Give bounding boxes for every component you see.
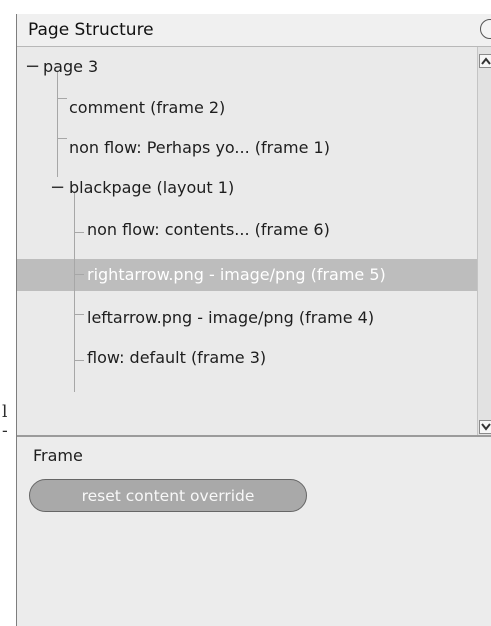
chevron-down-icon[interactable] (479, 420, 491, 434)
panel-title: Page Structure (28, 20, 154, 40)
tree-node-non-flow-perhaps[interactable]: non flow: Perhaps yo... (frame 1) (69, 134, 330, 162)
tree-connector (74, 232, 84, 233)
frame-section: Frame reset content override (17, 437, 491, 626)
tree-connector (57, 138, 67, 139)
reset-content-override-button[interactable]: reset content override (29, 479, 307, 512)
page-structure-panel: Page Structure − page 3 comment (frame 2… (16, 14, 491, 626)
cut-off-text-dash: - (2, 421, 8, 441)
tree-scrollbar[interactable] (477, 47, 491, 435)
tree-connector (74, 360, 84, 361)
tree-connector (74, 192, 75, 392)
tree-connector (57, 72, 58, 177)
collapse-toggle-icon[interactable]: − (25, 57, 40, 77)
structure-tree[interactable]: − page 3 comment (frame 2) non flow: Per… (17, 47, 477, 435)
tree-node-leftarrow[interactable]: leftarrow.png - image/png (frame 4) (87, 304, 374, 332)
tree-connector (57, 98, 67, 99)
tree-connector (74, 274, 84, 275)
tree-node-flow-default[interactable]: flow: default (frame 3) (87, 344, 266, 372)
tree-node-rightarrow[interactable]: rightarrow.png - image/png (frame 5) (87, 261, 386, 289)
collapse-toggle-icon[interactable]: − (50, 178, 65, 198)
left-edge-strip: l - (0, 0, 16, 626)
cut-off-text-l: l (2, 402, 8, 422)
tree-connector (74, 314, 84, 315)
panel-header: Page Structure (17, 14, 491, 47)
frame-section-label: Frame (33, 446, 83, 465)
tree-node-blackpage[interactable]: blackpage (layout 1) (69, 174, 234, 202)
tree-node-non-flow-contents[interactable]: non flow: contents... (frame 6) (87, 216, 330, 244)
tree-node-comment[interactable]: comment (frame 2) (69, 94, 225, 122)
tree-node-page-3[interactable]: page 3 (43, 53, 98, 81)
circle-close-icon[interactable] (480, 19, 491, 39)
chevron-up-icon[interactable] (479, 54, 491, 68)
